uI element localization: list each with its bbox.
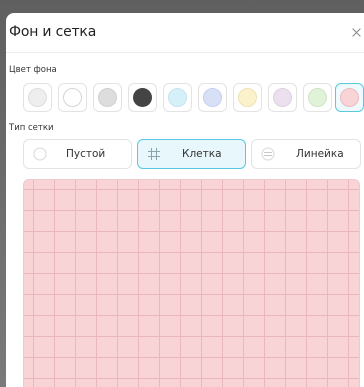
dialog-header: Фон и сетка	[6, 13, 364, 53]
swatch-color-4[interactable]	[128, 83, 157, 112]
background-color-label: Цвет фона	[9, 65, 57, 75]
empty-circle-icon	[32, 146, 48, 162]
background-grid-dialog: Фон и сетка Цвет фона Тип сетки Пустой К…	[6, 13, 364, 387]
ruled-lines-icon	[260, 146, 276, 162]
swatch-dot	[273, 88, 292, 107]
grid-option-ruled[interactable]: Линейка	[251, 139, 361, 169]
swatch-color-2[interactable]	[58, 83, 87, 112]
swatch-color-6[interactable]	[198, 83, 227, 112]
hash-grid-icon	[146, 146, 162, 162]
swatch-dot	[28, 88, 47, 107]
swatch-color-9[interactable]	[303, 83, 332, 112]
swatch-dot	[238, 88, 257, 107]
background-color-swatches	[23, 83, 364, 112]
swatch-dot	[203, 88, 222, 107]
swatch-color-3[interactable]	[93, 83, 122, 112]
grid-type-options: Пустой Клетка Линейка	[23, 139, 364, 169]
swatch-dot	[340, 88, 359, 107]
grid-type-label: Тип сетки	[9, 123, 54, 133]
background-preview	[23, 179, 360, 387]
swatch-dot	[308, 88, 327, 107]
dialog-title: Фон и сетка	[9, 24, 97, 40]
swatch-color-1[interactable]	[23, 83, 52, 112]
swatch-color-7[interactable]	[233, 83, 262, 112]
grid-option-label: Линейка	[296, 148, 344, 160]
swatch-color-10-selected[interactable]	[335, 83, 364, 112]
grid-option-label: Пустой	[66, 148, 106, 160]
grid-option-label: Клетка	[182, 148, 222, 160]
close-button[interactable]	[348, 23, 364, 41]
grid-option-empty[interactable]: Пустой	[23, 139, 132, 169]
swatch-dot	[168, 88, 187, 107]
swatch-dot	[133, 88, 152, 107]
swatch-dot	[63, 88, 82, 107]
grid-option-cells[interactable]: Клетка	[137, 139, 246, 169]
swatch-color-8[interactable]	[268, 83, 297, 112]
swatch-dot	[98, 88, 117, 107]
swatch-color-5[interactable]	[163, 83, 192, 112]
close-icon	[351, 27, 361, 37]
